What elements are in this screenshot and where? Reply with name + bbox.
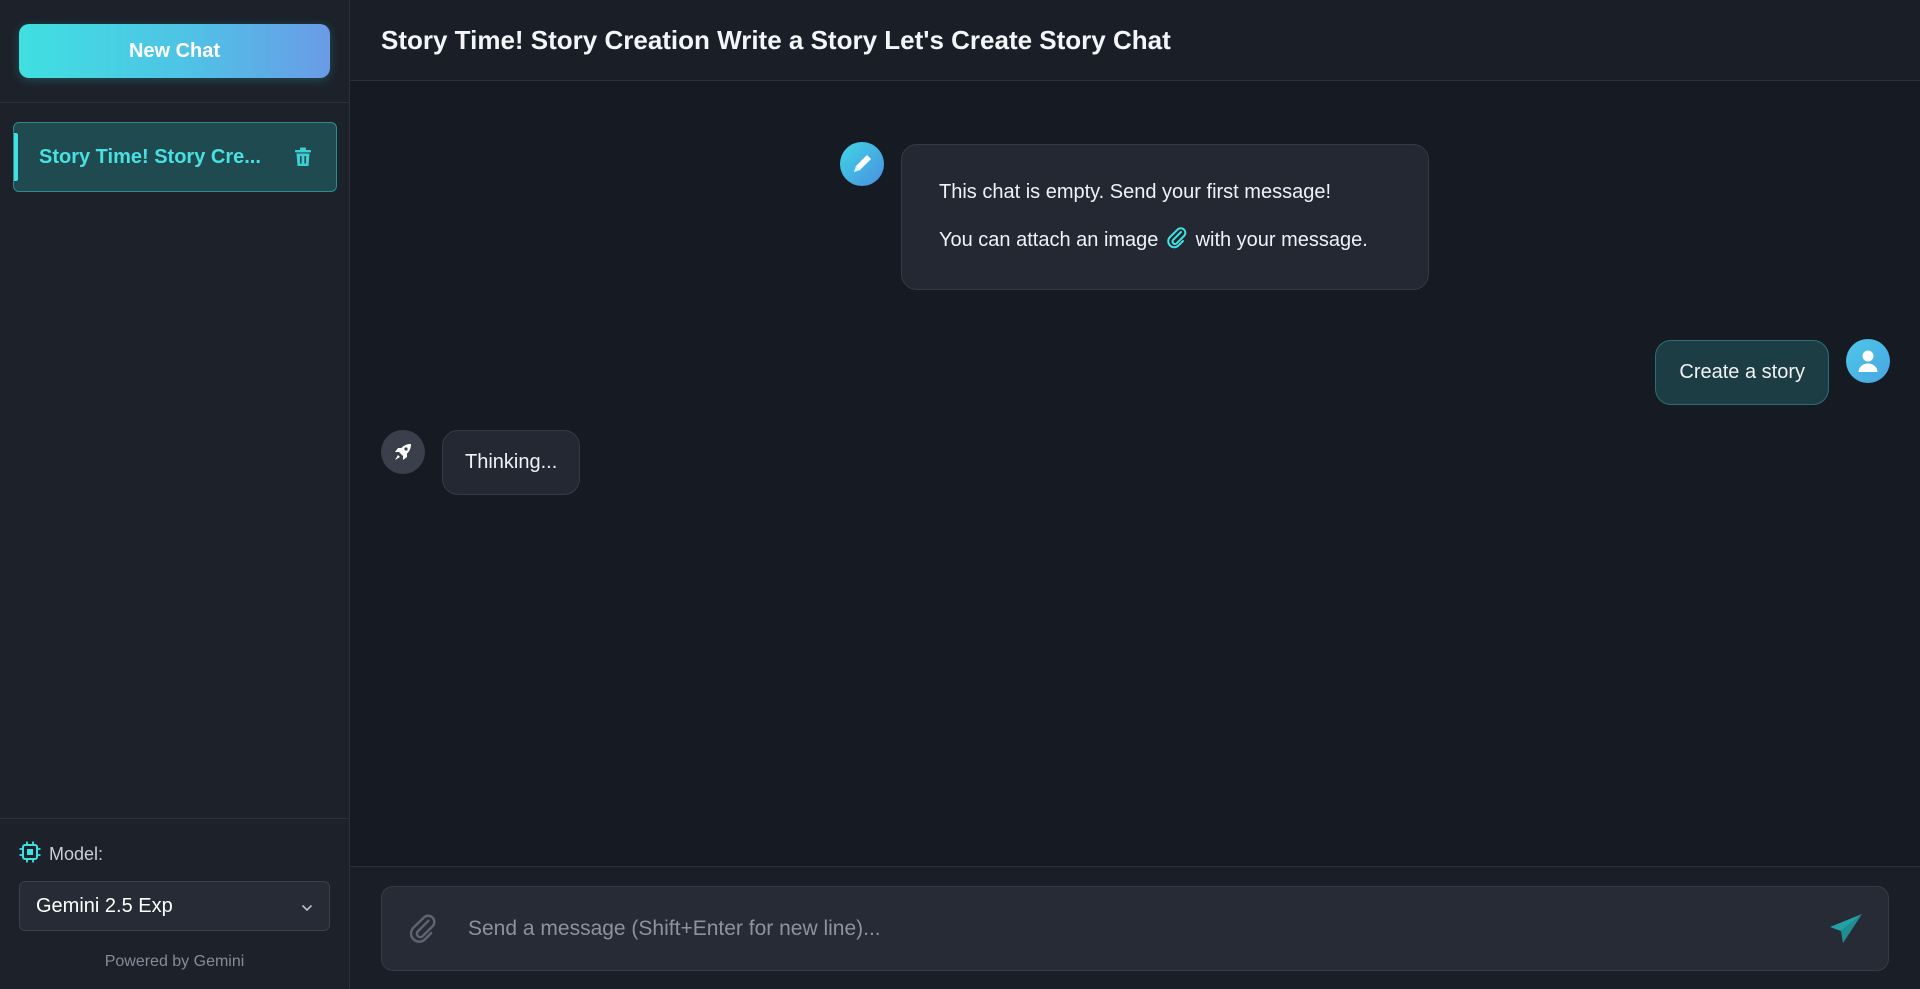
- composer: [381, 886, 1889, 971]
- user-icon: [1846, 339, 1890, 383]
- model-panel: Model: Gemini 2.5 Exp Powered by Gemini: [0, 818, 349, 989]
- powered-by-text: Powered by Gemini: [104, 953, 245, 970]
- new-chat-button[interactable]: New Chat: [19, 24, 330, 78]
- welcome-line-2: You can attach an image with your messag…: [939, 227, 1391, 256]
- welcome-line-1: This chat is empty. Send your first mess…: [939, 181, 1332, 203]
- message-list: This chat is empty. Send your first mess…: [350, 81, 1920, 866]
- model-select[interactable]: Gemini 2.5 Exp: [19, 881, 330, 931]
- chat-list: Story Time! Story Cre...: [0, 103, 349, 818]
- welcome-line-2-suffix: with your message.: [1195, 229, 1368, 251]
- rocket-icon: [381, 430, 425, 474]
- app-window: New Chat Story Time! Story Cre... Model:…: [0, 0, 1920, 989]
- model-select-value: Gemini 2.5 Exp: [36, 894, 173, 917]
- chat-list-item-label: Story Time! Story Cre...: [39, 145, 261, 168]
- user-message-text: Create a story: [1679, 361, 1805, 383]
- cpu-chip-icon: [19, 841, 41, 868]
- model-label-row: Model:: [19, 841, 330, 868]
- sidebar: New Chat Story Time! Story Cre... Model:…: [0, 0, 350, 989]
- chat-main: Story Time! Story Creation Write a Story…: [350, 0, 1920, 989]
- welcome-line-2-prefix: You can attach an image: [939, 229, 1159, 251]
- chat-list-item[interactable]: Story Time! Story Cre...: [13, 122, 337, 192]
- trash-icon[interactable]: [292, 146, 314, 168]
- chevron-down-icon: [301, 895, 313, 918]
- paperclip-icon[interactable]: [408, 914, 438, 944]
- chat-title: Story Time! Story Creation Write a Story…: [381, 24, 1171, 55]
- paperclip-icon: [1166, 227, 1188, 256]
- composer-area: [350, 866, 1920, 989]
- sidebar-header: New Chat: [0, 0, 349, 103]
- assistant-message: Thinking...: [442, 430, 581, 495]
- assistant-status-text: Thinking...: [465, 451, 558, 473]
- send-icon[interactable]: [1828, 912, 1864, 946]
- welcome-message: This chat is empty. Send your first mess…: [901, 144, 1429, 290]
- message-input[interactable]: [468, 916, 1828, 941]
- user-message: Create a story: [1655, 340, 1829, 405]
- pen-icon: [840, 142, 884, 186]
- model-label: Model:: [49, 844, 104, 864]
- chat-header: Story Time! Story Creation Write a Story…: [350, 0, 1920, 81]
